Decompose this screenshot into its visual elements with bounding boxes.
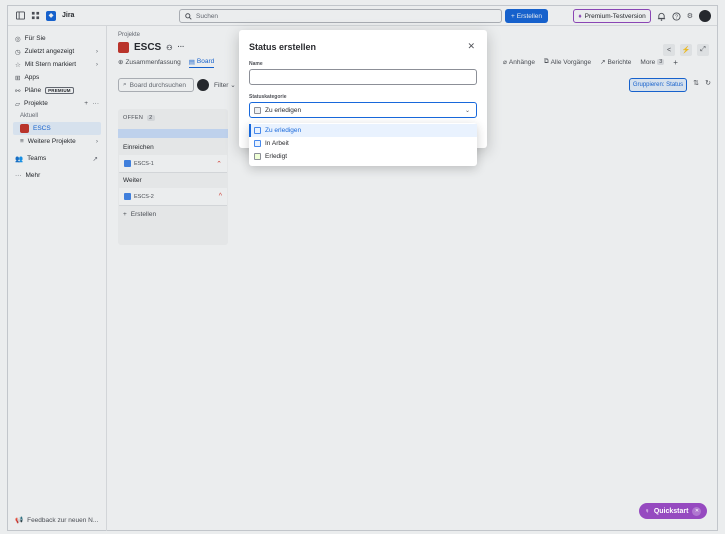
name-field[interactable]: [249, 69, 477, 85]
option-label: Erledigt: [265, 153, 288, 160]
category-option-todo[interactable]: Zu erledigen: [249, 124, 477, 137]
close-icon[interactable]: ✕: [692, 506, 702, 516]
lightbulb-icon: ♀: [644, 507, 650, 515]
category-option-done[interactable]: Erledigt: [249, 150, 477, 163]
chevron-down-icon: ⌄: [464, 107, 470, 114]
name-field-label: Name: [249, 61, 263, 67]
status-category-select[interactable]: Zu erledigen ⌄: [249, 102, 477, 118]
category-color-swatch: [254, 106, 261, 114]
category-field-label: Statuskategorie: [249, 94, 287, 100]
category-color-swatch: [254, 140, 261, 147]
quickstart-button[interactable]: ♀ Quickstart ✕: [639, 503, 707, 519]
status-category-dropdown: Zu erledigen In Arbeit Erledigt: [249, 123, 477, 166]
close-icon[interactable]: ✕: [467, 41, 475, 52]
quickstart-label: Quickstart: [653, 507, 689, 515]
category-color-swatch: [254, 127, 261, 134]
category-option-in-progress[interactable]: In Arbeit: [249, 137, 477, 150]
selected-category: Zu erledigen: [265, 106, 302, 114]
category-color-swatch: [254, 153, 261, 160]
option-label: In Arbeit: [265, 140, 289, 147]
dialog-title: Status erstellen: [249, 42, 317, 52]
option-label: Zu erledigen: [265, 127, 302, 134]
